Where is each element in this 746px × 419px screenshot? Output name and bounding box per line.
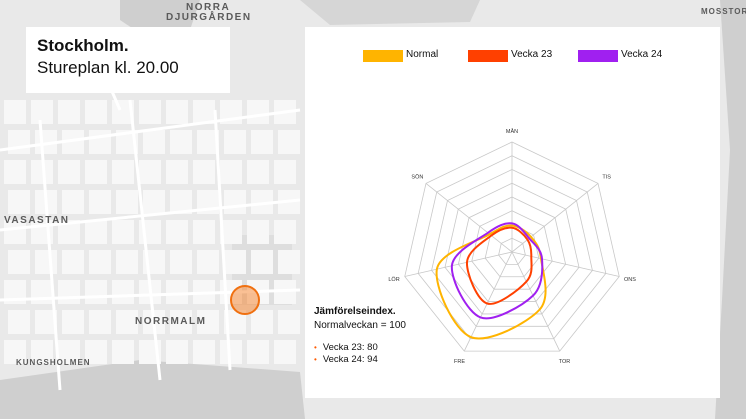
index-value-vecka24: Vecka 24: 94 [322,354,378,365]
radar-axis-label: MÅN [506,128,518,135]
radar-axis-label: ONS [624,277,636,283]
city-block [58,160,80,184]
city-block [89,310,111,334]
city-block [62,250,84,274]
city-block [193,220,215,244]
city-block [116,250,138,274]
title-subtitle: Stureplan kl. 20.00 [37,58,179,77]
city-block [247,100,269,124]
city-block [4,160,26,184]
chart-panel: Normal Vecka 23 Vecka 24 MÅN TIS ONS TOR FRE… [305,27,720,398]
index-title: Jämförelseindex. [314,306,396,317]
city-block [166,280,188,304]
city-block [89,250,111,274]
city-block [197,250,219,274]
city-block [31,280,53,304]
city-block [251,250,273,274]
city-block [58,280,80,304]
city-block [143,190,165,214]
city-block [143,130,165,154]
radar-axis-label: LÖR [388,276,399,283]
city-block [89,130,111,154]
city-block [62,310,84,334]
title-city: Stockholm. [37,36,129,55]
city-block [8,250,30,274]
city-block [274,220,296,244]
city-block [166,100,188,124]
water-top-right [300,0,480,25]
city-block [166,160,188,184]
city-block [224,130,246,154]
city-block [220,340,242,364]
city-block [170,250,192,274]
city-block [62,190,84,214]
index-row-vecka23: • Vecka 23: 80 [314,342,378,353]
city-block [85,220,107,244]
city-block [251,310,273,334]
city-block [220,160,242,184]
city-block [193,340,215,364]
radar-spoke [425,183,513,253]
city-block [58,100,80,124]
city-block [112,280,134,304]
city-block [274,340,296,364]
radar-axis-label: TIS [602,175,611,181]
city-block [116,190,138,214]
city-block [247,340,269,364]
radar-spoke [511,183,599,253]
city-block [193,160,215,184]
city-block [112,220,134,244]
city-block [85,160,107,184]
index-value-vecka23: Vecka 23: 80 [322,342,378,353]
radar-spoke [404,251,513,277]
city-block [85,280,107,304]
city-block [85,100,107,124]
city-block [247,220,269,244]
city-block [224,250,246,274]
radar-axis-label: SÖN [411,174,423,181]
city-block [166,220,188,244]
title-card: Stockholm. Stureplan kl. 20.00 [26,27,230,93]
city-block [35,250,57,274]
index-row-vecka24: • Vecka 24: 94 [314,354,378,365]
map-label-kungsholmen: KUNGSHOLMEN [16,358,91,367]
city-block [224,190,246,214]
radar-spoke [511,251,620,277]
city-block [112,340,134,364]
radar-axis-label: FRE [454,359,465,365]
map-label-djurgarden: DJURGÅRDEN [166,12,252,23]
city-block [278,310,300,334]
city-block [112,160,134,184]
city-block [31,100,53,124]
city-block [8,130,30,154]
city-block [89,190,111,214]
city-block [139,100,161,124]
city-block [274,160,296,184]
city-block [8,190,30,214]
city-block [139,160,161,184]
map-label-vasastan: VASASTAN [4,215,70,226]
radar-axis-label: TOR [559,359,571,365]
location-circle-icon[interactable] [230,285,260,315]
map-label-norrmalm: NORRMALM [135,316,207,327]
city-block [8,310,30,334]
city-block [247,160,269,184]
map-label-mosstorp: MOSSTORP [701,7,746,16]
city-block [251,130,273,154]
city-block [278,250,300,274]
city-block [278,130,300,154]
city-block [166,340,188,364]
index-normal: Normalveckan = 100 [314,320,406,331]
bullet-icon: • [314,343,317,352]
bullet-icon: • [314,355,317,364]
city-block [170,130,192,154]
city-block [4,100,26,124]
